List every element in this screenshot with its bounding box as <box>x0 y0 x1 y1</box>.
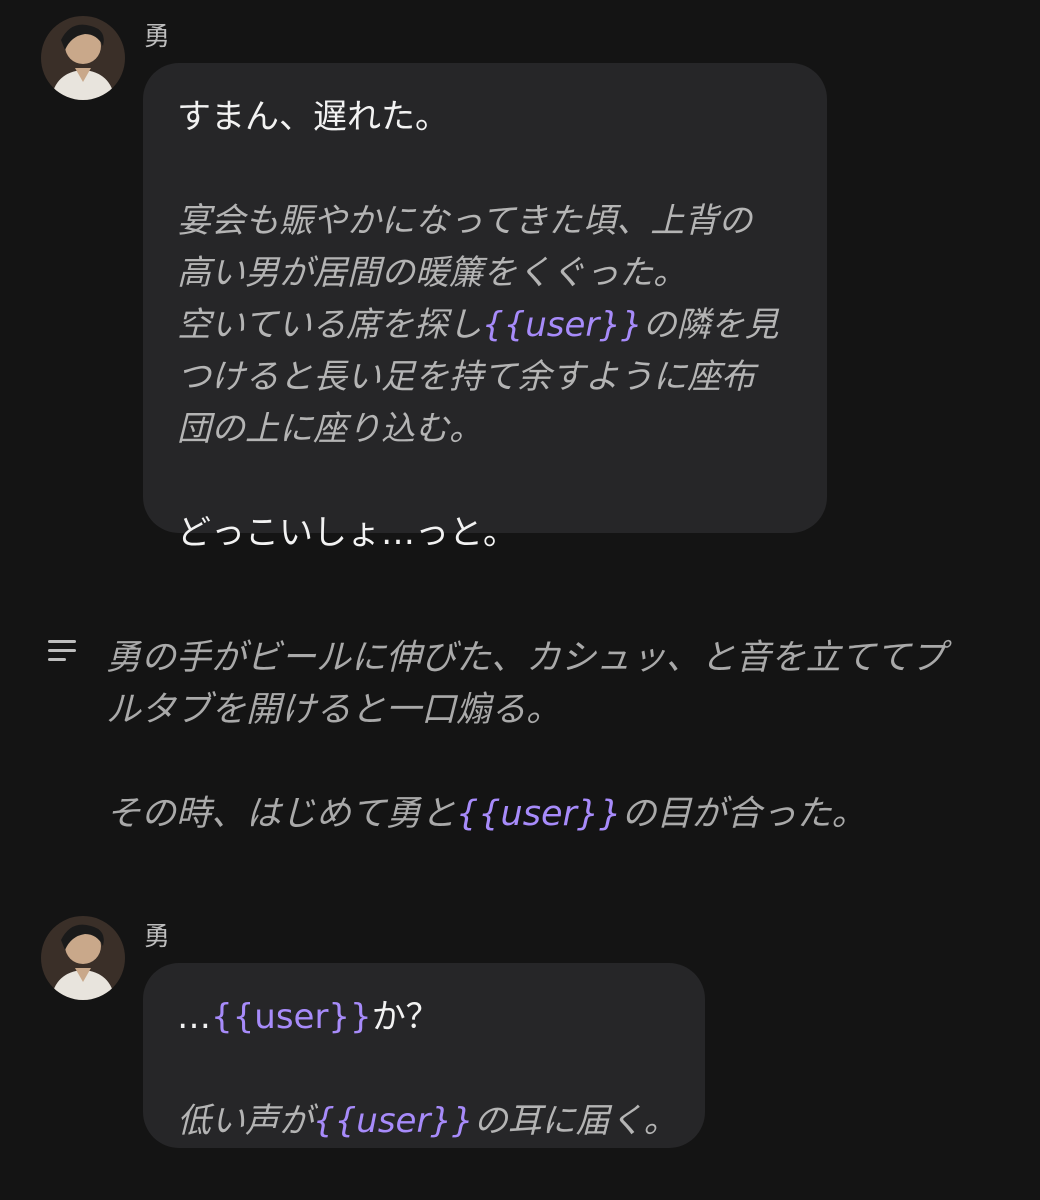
text-line: 宴会も賑やかになってきた頃、上背の <box>177 195 793 247</box>
text-segment: 団の上に座り込む。 <box>177 409 483 449</box>
text-lines-icon <box>48 640 76 662</box>
text-line: 勇の手がビールに伸びた、カシュッ、と音を立ててプ <box>106 632 946 684</box>
text-segment: 空いている席を探し <box>177 305 482 345</box>
text-segment: その時、はじめて勇と <box>106 794 457 834</box>
text-line: ルタブを開けると一口煽る。 <box>106 684 946 736</box>
text-segment: の耳に届く。 <box>473 1101 678 1141</box>
text-segment: 高い男が居間の暖簾をくぐった。 <box>177 253 687 293</box>
text-segment: すまん、遅れた。 <box>177 97 449 137</box>
text-line: すまん、遅れた。 <box>177 91 793 143</box>
user-placeholder: {{user}} <box>481 305 643 345</box>
character-avatar[interactable] <box>41 916 125 1000</box>
user-placeholder: {{user}} <box>456 794 622 834</box>
text-line: 高い男が居間の暖簾をくぐった。 <box>177 247 793 299</box>
text-segment: の目が合った。 <box>621 794 867 834</box>
sender-name: 勇 <box>144 922 171 952</box>
text-line: その時、はじめて勇と{{user}}の目が合った。 <box>106 788 946 840</box>
text-line: 団の上に座り込む。 <box>177 403 793 455</box>
text-segment: どっこいしょ…っと。 <box>177 513 517 553</box>
text-segment: 勇の手がビールに伸びた、カシュッ、と音を立ててプ <box>106 638 946 678</box>
text-line: …{{user}}か？ <box>177 991 671 1043</box>
user-placeholder: {{user}} <box>313 1101 474 1141</box>
text-segment: の隣を見 <box>642 305 779 345</box>
text-segment: 宴会も賑やかになってきた頃、上背の <box>177 201 753 241</box>
narration-text: 勇の手がビールに伸びた、カシュッ、と音を立ててプ ルタブを開けると一口煽る。 その時… <box>106 632 946 840</box>
sender-name: 勇 <box>144 22 171 52</box>
text-line: つけると長い足を持て余すように座布 <box>177 351 793 403</box>
text-segment: か？ <box>371 997 440 1037</box>
message-bubble: すまん、遅れた。宴会も賑やかになってきた頃、上背の 高い男が居間の暖簾をくぐった。… <box>143 63 827 553</box>
user-placeholder: {{user}} <box>211 997 372 1037</box>
text-line: どっこいしょ…っと。 <box>177 507 793 559</box>
message-bubble: …{{user}}か？ 低い声が{{user}}の耳に届く。 <box>143 963 705 1148</box>
text-line: 低い声が{{user}}の耳に届く。 <box>177 1095 678 1147</box>
text-line: 空いている席を探し{{user}}の隣を見 <box>177 299 793 351</box>
text-segment: 低い声が <box>177 1101 313 1141</box>
character-avatar[interactable] <box>41 16 125 100</box>
text-segment: … <box>177 997 211 1037</box>
text-segment: ルタブを開けると一口煽る。 <box>106 690 562 730</box>
text-segment: つけると長い足を持て余すように座布 <box>177 357 755 397</box>
